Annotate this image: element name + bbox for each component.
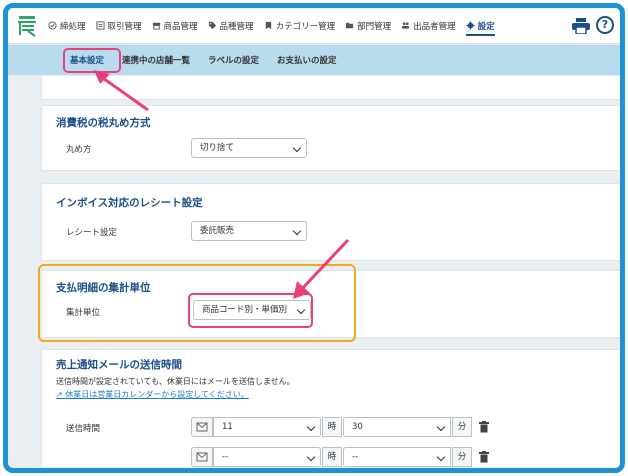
- arrow-to-basic-tab: [94, 70, 149, 112]
- arrow-to-summary-select: [293, 238, 350, 299]
- annotation-arrows: [94, 70, 350, 299]
- app-frame: 締処理 取引管理 商品管理 品種管理 カテゴリー管理 部門管理 出品者管理 設定…: [3, 3, 625, 473]
